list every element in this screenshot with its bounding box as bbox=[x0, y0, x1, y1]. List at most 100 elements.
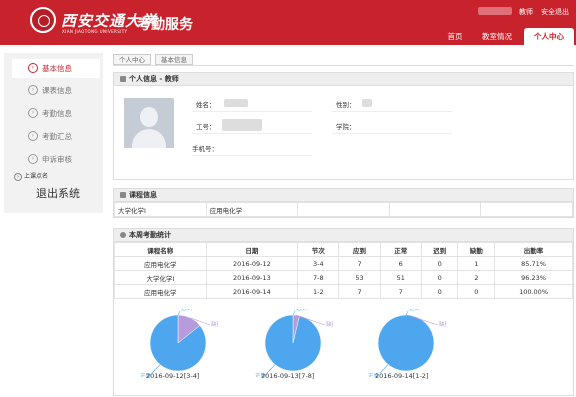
pie-label-absent: 缺勤 bbox=[211, 320, 218, 328]
cell: 2016-09-13 bbox=[205, 270, 299, 285]
cell: 85.71% bbox=[494, 256, 573, 271]
sidebar-item-label: 考勤信息 bbox=[42, 109, 72, 118]
pie-caption: 2016-09-14[1-2] bbox=[375, 372, 429, 380]
id-label: 工号： bbox=[196, 123, 216, 131]
user-role: 教师 bbox=[519, 8, 533, 16]
top-header: 西安交通大学 XIAN JIAOTONG UNIVERSITY 考勤服务 教师 … bbox=[0, 0, 576, 45]
cell: 6 bbox=[379, 256, 422, 271]
nav-personal-center[interactable]: 个人中心 bbox=[524, 28, 574, 45]
breadcrumb-personal-center[interactable]: 个人中心 bbox=[113, 54, 151, 65]
course-info-panel: 课程信息 大学化学I 应用电化学 bbox=[113, 188, 574, 218]
column-header: 应到 bbox=[338, 242, 381, 257]
column-header: 节次 bbox=[297, 242, 340, 257]
exit-system-link[interactable]: 退出系统 bbox=[36, 185, 80, 201]
cell: 3-4 bbox=[297, 256, 340, 271]
cell: 7-8 bbox=[297, 270, 340, 285]
pie-leader-line bbox=[292, 310, 296, 316]
cell: 2016-09-12 bbox=[205, 256, 299, 271]
name-label: 姓名： bbox=[196, 101, 216, 109]
user-name-redacted bbox=[478, 7, 512, 15]
chevron-right-icon: › bbox=[28, 108, 38, 118]
cell: 1 bbox=[457, 256, 496, 271]
roll-call-label: 上课点名 bbox=[24, 173, 49, 180]
attendance-header: 本周考勤统计 bbox=[114, 229, 573, 242]
sidebar-item-attendance[interactable]: › 考勤信息 bbox=[12, 104, 100, 123]
chevron-right-icon: › bbox=[28, 131, 38, 141]
app-title: 考勤服务 bbox=[137, 17, 193, 33]
cell: 2016-09-14 bbox=[205, 284, 299, 299]
cell: 应用电化学 bbox=[114, 256, 207, 271]
cell: 0 bbox=[420, 284, 459, 299]
attendance-pie-chart: 迟到缺勤正常 bbox=[140, 309, 218, 377]
cell: 0 bbox=[420, 256, 459, 271]
attendance-pie-chart: 迟到缺勤正常 bbox=[368, 309, 446, 377]
university-name-en: XIAN JIAOTONG UNIVERSITY bbox=[62, 29, 128, 34]
column-header: 课程名称 bbox=[114, 242, 207, 257]
university-seal-logo bbox=[30, 7, 56, 33]
course-cell[interactable]: 大学化学I bbox=[114, 202, 207, 217]
cell: 51 bbox=[379, 270, 422, 285]
course-table: 大学化学I 应用电化学 bbox=[114, 202, 573, 217]
sidebar-item-summary[interactable]: › 考勤汇总 bbox=[12, 127, 100, 146]
phone-label: 手机号： bbox=[192, 145, 218, 153]
sidebar-item-label: 考勤汇总 bbox=[42, 132, 72, 141]
chevron-right-icon: › bbox=[28, 85, 38, 95]
gender-value-redacted bbox=[362, 99, 372, 107]
pie-label-late: 迟到 bbox=[296, 309, 307, 312]
table-row[interactable]: 应用电化学 2016-09-12 3-4 7 6 0 1 85.71% bbox=[114, 256, 573, 271]
pie-caption: 2016-09-13[7-8] bbox=[261, 372, 315, 380]
attendance-pie-chart: 迟到缺勤正常 bbox=[255, 309, 333, 377]
pie-label-absent: 缺勤 bbox=[439, 320, 446, 328]
cell: 7 bbox=[379, 284, 422, 299]
breadcrumb-basic-info: 基本信息 bbox=[155, 54, 193, 65]
attendance-title: 本周考勤统计 bbox=[129, 231, 171, 239]
sidebar-item-appeal[interactable]: › 申诉审核 bbox=[12, 150, 100, 169]
cell: 应用电化学 bbox=[114, 284, 207, 299]
pie-label-late: 迟到 bbox=[181, 309, 192, 312]
personal-info-title: 个人信息 - 教师 bbox=[129, 75, 179, 83]
pie-leader-line bbox=[177, 310, 181, 316]
chevron-right-icon: › bbox=[28, 63, 38, 73]
sidebar-item-label: 课表信息 bbox=[42, 86, 72, 95]
divider bbox=[332, 133, 452, 134]
pie-slice-normal[interactable] bbox=[377, 314, 435, 372]
column-header: 出勤率 bbox=[494, 242, 573, 257]
pie-caption: 2016-09-12[3-4] bbox=[146, 372, 200, 380]
table-row[interactable]: 应用电化学 2016-09-14 1-2 7 7 0 0 100.00% bbox=[114, 284, 573, 299]
table-row[interactable]: 大学化学I 2016-09-13 7-8 53 51 0 2 96.23% bbox=[114, 270, 573, 285]
chevron-right-icon: › bbox=[28, 154, 38, 164]
avatar bbox=[124, 98, 174, 148]
sidebar-item-schedule[interactable]: › 课表信息 bbox=[12, 81, 100, 100]
column-header: 日期 bbox=[205, 242, 299, 257]
cell: 大学化学I bbox=[114, 270, 207, 285]
college-label: 学院： bbox=[336, 123, 356, 131]
sidebar-item-label: 基本信息 bbox=[42, 64, 72, 73]
cell: 0 bbox=[457, 284, 496, 299]
divider bbox=[192, 155, 312, 156]
course-cell[interactable]: 应用电化学 bbox=[205, 202, 299, 217]
nav-classroom[interactable]: 教室情况 bbox=[476, 28, 518, 45]
column-header: 迟到 bbox=[420, 242, 459, 257]
course-cell bbox=[297, 202, 390, 217]
cell: 0 bbox=[420, 270, 459, 285]
attendance-table: 课程名称 日期 节次 应到 正常 迟到 缺勤 出勤率 应用电化学 2016-09… bbox=[114, 242, 573, 299]
divider bbox=[192, 133, 312, 134]
cell: 7 bbox=[338, 256, 381, 271]
chevron-right-icon: › bbox=[14, 172, 22, 181]
pie-slice-normal[interactable] bbox=[264, 314, 322, 372]
sidebar: › 基本信息 › 课表信息 › 考勤信息 › 考勤汇总 › 申诉审核 › 上课点名… bbox=[4, 53, 103, 213]
gender-label: 性别： bbox=[336, 101, 356, 109]
course-cell bbox=[480, 202, 573, 217]
course-info-title: 课程信息 bbox=[129, 191, 157, 199]
cell: 1-2 bbox=[297, 284, 340, 299]
cell: 96.23% bbox=[494, 270, 573, 285]
sidebar-item-basic-info[interactable]: › 基本信息 bbox=[12, 59, 100, 78]
logout-link[interactable]: 安全退出 bbox=[541, 7, 569, 17]
cell: 7 bbox=[338, 284, 381, 299]
sidebar-roll-call[interactable]: › 上课点名 bbox=[14, 171, 48, 181]
nav-home[interactable]: 首页 bbox=[440, 28, 470, 45]
table-header-row: 课程名称 日期 节次 应到 正常 迟到 缺勤 出勤率 bbox=[114, 242, 573, 257]
pie-leader-line bbox=[405, 310, 409, 316]
pie-label-absent: 缺勤 bbox=[326, 320, 333, 328]
divider bbox=[192, 111, 312, 112]
